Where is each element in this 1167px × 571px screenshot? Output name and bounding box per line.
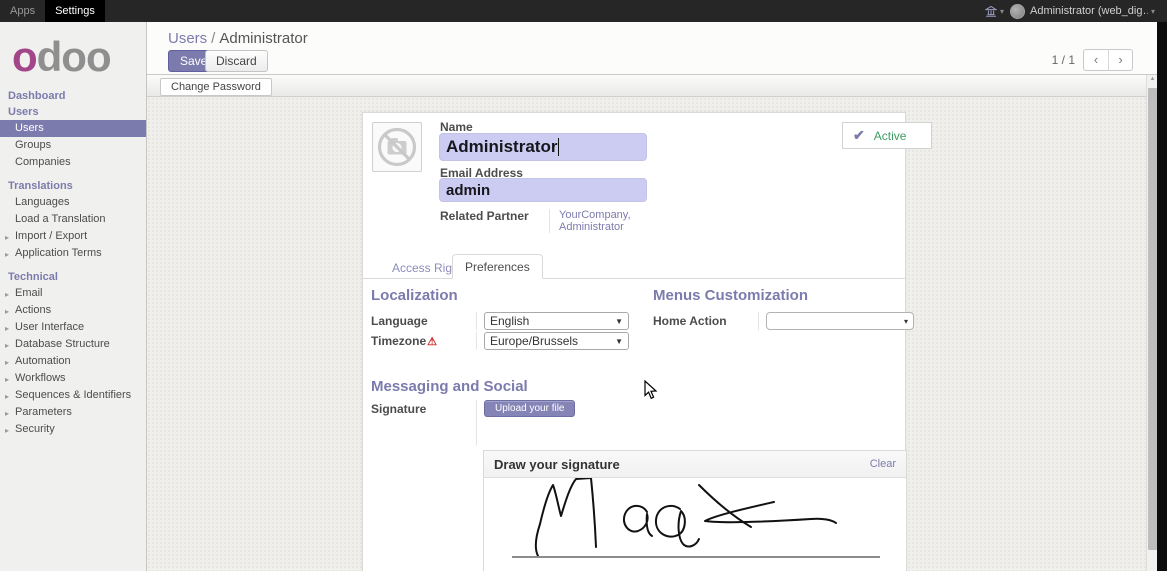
record-pager: 1 / 1 ‹ › [1052, 49, 1133, 71]
active-checkbox[interactable]: ✔ [853, 127, 865, 144]
timezone-select[interactable]: Europe/Brussels ▼ [484, 332, 629, 350]
email-input[interactable]: admin [439, 178, 647, 202]
sidebar-item-load-translation[interactable]: Load a Translation [0, 211, 146, 228]
tab-preferences[interactable]: Preferences [452, 254, 543, 279]
expand-arrow-icon: ▸ [5, 408, 9, 419]
debug-building-icon[interactable] [985, 6, 997, 17]
signature-pad-title: Draw your signature [494, 457, 620, 472]
expand-arrow-icon: ▸ [5, 249, 9, 260]
expand-arrow-icon: ▸ [5, 340, 9, 351]
expand-arrow-icon: ▸ [5, 425, 9, 436]
active-label: Active [874, 129, 907, 143]
pager-previous-button[interactable]: ‹ [1084, 50, 1108, 70]
sidebar: odoo Dashboard Users Users Groups Compan… [0, 22, 147, 571]
vertical-scrollbar[interactable]: ▲ [1146, 75, 1157, 571]
expand-arrow-icon: ▸ [5, 357, 9, 368]
select-caret-icon: ▼ [615, 317, 623, 326]
sidebar-item-users[interactable]: Users [0, 120, 146, 137]
upload-file-button[interactable]: Upload your file [484, 400, 575, 417]
timezone-warning-icon: ⚠ [427, 336, 437, 348]
signature-canvas[interactable] [484, 478, 906, 571]
sidebar-item-languages[interactable]: Languages [0, 194, 146, 211]
sidebar-item-groups[interactable]: Groups [0, 137, 146, 154]
signature-label: Signature [371, 400, 476, 416]
sidebar-section-translations[interactable]: Translations [0, 178, 146, 194]
sidebar-item-workflows[interactable]: ▸Workflows [0, 370, 146, 387]
pager-count: 1 / 1 [1052, 53, 1075, 67]
chevron-down-icon[interactable]: ▾ [1000, 7, 1004, 16]
odoo-settings-users-screen: Apps Settings ▾ Administrator (web_dig… … [0, 0, 1167, 571]
related-partner-label: Related Partner [440, 209, 540, 233]
user-image-placeholder[interactable] [372, 122, 422, 172]
breadcrumb-separator: / [207, 30, 219, 47]
sidebar-section-dashboard[interactable]: Dashboard [0, 88, 146, 104]
discard-button[interactable]: Discard [205, 50, 268, 72]
form-button-strip: Change Password [147, 75, 1157, 97]
sidebar-item-security[interactable]: ▸Security [0, 421, 146, 438]
pager-next-button[interactable]: › [1108, 50, 1132, 70]
signature-clear-link[interactable]: Clear [870, 458, 896, 470]
sidebar-item-email[interactable]: ▸Email [0, 285, 146, 302]
scrollbar-thumb[interactable] [1148, 88, 1157, 550]
sidebar-item-automation[interactable]: ▸Automation [0, 353, 146, 370]
user-avatar[interactable] [1010, 4, 1025, 19]
control-panel: Users/Administrator Save Discard 1 / 1 ‹… [147, 22, 1157, 75]
sidebar-item-import-export[interactable]: ▸Import / Export [0, 228, 146, 245]
sidebar-section-technical[interactable]: Technical [0, 269, 146, 285]
select-caret-icon: ▾ [904, 317, 908, 326]
top-menubar: Apps Settings ▾ Administrator (web_dig… … [0, 0, 1167, 22]
expand-arrow-icon: ▸ [5, 374, 9, 385]
expand-arrow-icon: ▸ [5, 289, 9, 300]
chevron-down-icon[interactable]: ▾ [1151, 7, 1155, 16]
language-label: Language [371, 312, 476, 328]
sidebar-item-sequences-identifiers[interactable]: ▸Sequences & Identifiers [0, 387, 146, 404]
related-partner-link[interactable]: YourCompany, Administrator [549, 209, 629, 233]
name-input[interactable]: Administrator [439, 133, 647, 161]
home-action-combobox[interactable]: ▾ [766, 312, 914, 330]
sidebar-item-database-structure[interactable]: ▸Database Structure [0, 336, 146, 353]
menu-apps[interactable]: Apps [0, 0, 45, 22]
sidebar-item-user-interface[interactable]: ▸User Interface [0, 319, 146, 336]
sidebar-section-users[interactable]: Users [0, 104, 146, 120]
notebook-tabs: Access Rights Preferences [363, 255, 905, 279]
window-edge [1157, 0, 1167, 571]
sidebar-item-actions[interactable]: ▸Actions [0, 302, 146, 319]
home-action-label: Home Action [653, 312, 758, 328]
expand-arrow-icon: ▸ [5, 306, 9, 317]
signature-drawing [484, 478, 908, 571]
sidebar-item-parameters[interactable]: ▸Parameters [0, 404, 146, 421]
text-cursor [558, 138, 559, 156]
expand-arrow-icon: ▸ [5, 391, 9, 402]
localization-heading: Localization [371, 287, 458, 304]
change-password-button[interactable]: Change Password [160, 78, 272, 96]
breadcrumb: Users/Administrator [168, 30, 308, 47]
logo-rest: doo [37, 33, 111, 80]
menus-customization-heading: Menus Customization [653, 287, 808, 304]
messaging-social-heading: Messaging and Social [371, 378, 528, 395]
name-field-label: Name [440, 120, 473, 134]
sidebar-item-companies[interactable]: Companies [0, 154, 146, 171]
breadcrumb-users-link[interactable]: Users [168, 30, 207, 47]
expand-arrow-icon: ▸ [5, 323, 9, 334]
expand-arrow-icon: ▸ [5, 232, 9, 243]
breadcrumb-current: Administrator [219, 30, 307, 47]
scrollbar-grip-icon[interactable]: ▲ [1148, 76, 1157, 82]
menu-settings[interactable]: Settings [45, 0, 105, 22]
signature-pad: Draw your signature Clear [483, 450, 907, 571]
active-field: ✔ Active [842, 122, 932, 149]
user-menu-label[interactable]: Administrator (web_dig… [1030, 5, 1148, 17]
sidebar-item-application-terms[interactable]: ▸Application Terms [0, 245, 146, 262]
timezone-label: Timezone⚠ [371, 332, 476, 348]
language-select[interactable]: English ▼ [484, 312, 629, 330]
no-camera-icon [376, 126, 418, 168]
odoo-logo[interactable]: odoo [0, 22, 146, 88]
form-sheet: Name Administrator Email Address admin R… [362, 112, 906, 571]
select-caret-icon: ▼ [615, 337, 623, 346]
